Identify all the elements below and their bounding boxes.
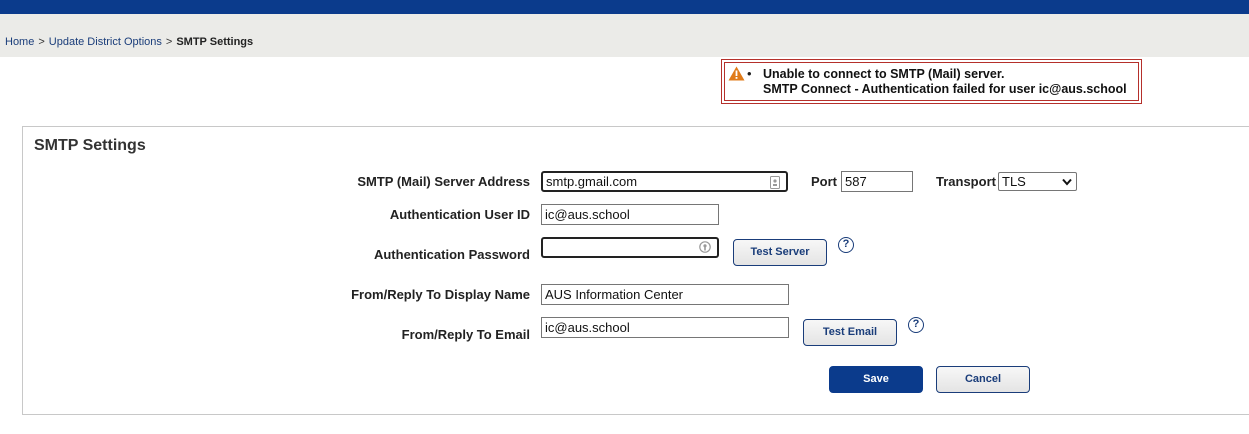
transport-select[interactable]: TLS (998, 172, 1077, 191)
cancel-button[interactable]: Cancel (936, 366, 1030, 393)
breadcrumb-update-district-options-link[interactable]: Update District Options (49, 36, 162, 48)
alert-detail: SMTP Connect - Authentication failed for… (763, 82, 1127, 96)
test-server-button[interactable]: Test Server (733, 239, 827, 266)
alert-message: Unable to connect to SMTP (Mail) server. (763, 67, 1005, 81)
email-input[interactable]: ic@aus.school (541, 317, 789, 338)
error-alert: • Unable to connect to SMTP (Mail) serve… (721, 59, 1142, 104)
chevron-down-icon (1062, 178, 1072, 186)
test-email-button[interactable]: Test Email (803, 319, 897, 346)
display-name-input[interactable]: AUS Information Center (541, 284, 789, 305)
breadcrumb-separator: > (38, 36, 45, 48)
breadcrumb-home-link[interactable]: Home (5, 36, 34, 48)
autofill-icon (770, 176, 780, 189)
server-address-label: SMTP (Mail) Server Address (357, 174, 530, 189)
help-icon[interactable]: ? (838, 237, 854, 253)
port-input[interactable]: 587 (841, 171, 913, 192)
password-input[interactable] (541, 237, 719, 258)
breadcrumb-current: SMTP Settings (176, 36, 254, 48)
top-banner (0, 0, 1249, 14)
save-button[interactable]: Save (829, 366, 923, 393)
password-label: Authentication Password (373, 247, 530, 262)
breadcrumb: Home > Update District Options > SMTP Settin… (5, 36, 253, 48)
breadcrumb-separator: > (165, 36, 173, 48)
alert-bullet: • (747, 66, 752, 81)
user-id-input[interactable]: ic@aus.school (541, 204, 719, 225)
warning-icon (728, 66, 745, 81)
server-address-input[interactable]: smtp.gmail.com (541, 171, 788, 192)
email-label: From/Reply To Email (401, 327, 530, 342)
help-icon[interactable]: ? (908, 317, 924, 333)
transport-label: Transport (936, 174, 996, 189)
port-label: Port (811, 174, 837, 189)
user-id-label: Authentication User ID (389, 207, 530, 222)
transport-value: TLS (1002, 174, 1026, 189)
server-address-value: smtp.gmail.com (546, 174, 638, 189)
password-key-icon (699, 241, 711, 253)
smtp-settings-panel: SMTP Settings (22, 126, 1249, 415)
display-name-label: From/Reply To Display Name (351, 287, 530, 302)
panel-title: SMTP Settings (34, 137, 146, 154)
